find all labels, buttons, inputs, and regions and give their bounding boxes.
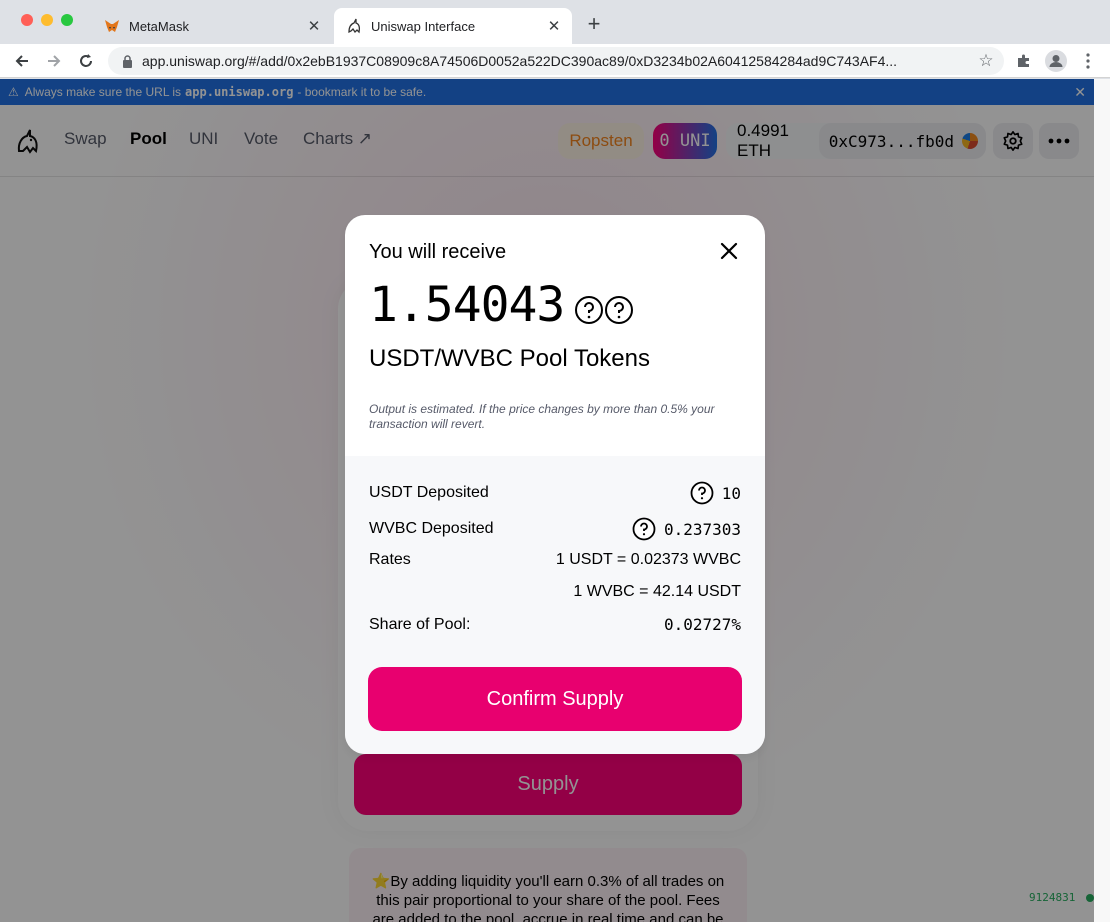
window-maximize-button[interactable] xyxy=(61,14,73,26)
token-pair-icons xyxy=(574,295,634,325)
browser-toolbar: app.uniswap.org/#/add/0x2ebB1937C08909c8… xyxy=(0,44,1110,78)
rate-usdt-wvbc: 1 USDT = 0.02373 WVBC xyxy=(555,551,741,568)
usdt-deposited-label: USDT Deposited xyxy=(369,484,489,501)
window-close-button[interactable] xyxy=(21,14,33,26)
wvbc-deposited-label: WVBC Deposited xyxy=(369,520,494,537)
slippage-note: Output is estimated. If the price change… xyxy=(369,402,715,431)
address-bar[interactable]: app.uniswap.org/#/add/0x2ebB1937C08909c8… xyxy=(108,47,1004,75)
tab-close-icon[interactable]: ✕ xyxy=(304,16,324,36)
window-minimize-button[interactable] xyxy=(41,14,53,26)
tab-uniswap[interactable]: Uniswap Interface ✕ xyxy=(334,8,572,44)
tab-title: MetaMask xyxy=(129,18,189,34)
usdt-deposited-row: USDT Deposited 10 xyxy=(369,481,741,505)
share-of-pool-row: Share of Pool: 0.02727% xyxy=(369,615,741,634)
confirm-supply-button[interactable]: Confirm Supply xyxy=(368,667,742,731)
reload-icon[interactable] xyxy=(74,49,98,73)
fox-icon xyxy=(104,18,120,34)
profile-avatar-icon[interactable] xyxy=(1044,49,1068,73)
modal-title: You will receive xyxy=(369,241,507,263)
back-icon[interactable] xyxy=(10,49,34,73)
wvbc-deposited-row: WVBC Deposited 0.237303 xyxy=(369,517,741,541)
tab-metamask[interactable]: MetaMask ✕ xyxy=(92,8,332,44)
extensions-puzzle-icon[interactable] xyxy=(1012,49,1036,73)
usdt-token-icon xyxy=(690,481,714,505)
browser-menu-icon[interactable] xyxy=(1076,49,1100,73)
new-tab-button[interactable]: + xyxy=(582,13,606,37)
pool-token-amount: 1.54043 xyxy=(369,277,565,333)
tab-title: Uniswap Interface xyxy=(371,18,476,34)
unknown-token-icon xyxy=(605,296,634,324)
url-text: app.uniswap.org/#/add/0x2ebB1937C08909c8… xyxy=(142,53,898,69)
browser-tab-bar: MetaMask ✕ Uniswap Interface ✕ + xyxy=(0,0,1110,44)
wvbc-token-icon xyxy=(632,517,656,541)
bookmark-star-icon[interactable]: ☆ xyxy=(974,49,998,73)
rates-row: Rates 1 USDT = 0.02373 WVBC xyxy=(369,551,741,569)
rates-row-inverse: 1 WVBC = 42.14 USDT xyxy=(369,583,741,601)
lock-icon[interactable] xyxy=(120,54,134,68)
tab-close-icon[interactable]: ✕ xyxy=(544,16,564,36)
confirm-supply-modal: You will receive 1.54043 USDT/WVBC Pool … xyxy=(345,215,765,754)
rate-wvbc-usdt: 1 WVBC = 42.14 USDT xyxy=(573,583,741,600)
share-of-pool-value: 0.02727% xyxy=(663,615,741,634)
wvbc-deposited-value: 0.237303 xyxy=(663,519,741,539)
close-icon[interactable] xyxy=(717,239,741,263)
share-of-pool-label: Share of Pool: xyxy=(369,615,471,633)
usdt-deposited-value: 10 xyxy=(721,483,741,503)
pool-token-name: USDT/WVBC Pool Tokens xyxy=(369,345,650,372)
page-scrollbar[interactable] xyxy=(1094,79,1110,922)
app-viewport: Swap Pool UNI Vote Charts ↗ Ropsten 0 UN… xyxy=(0,79,1094,922)
unicorn-icon xyxy=(346,18,362,34)
rates-label: Rates xyxy=(369,551,411,568)
receive-amount-row: 1.54043 xyxy=(369,277,634,333)
unknown-token-icon xyxy=(575,296,604,324)
forward-icon[interactable] xyxy=(42,49,66,73)
